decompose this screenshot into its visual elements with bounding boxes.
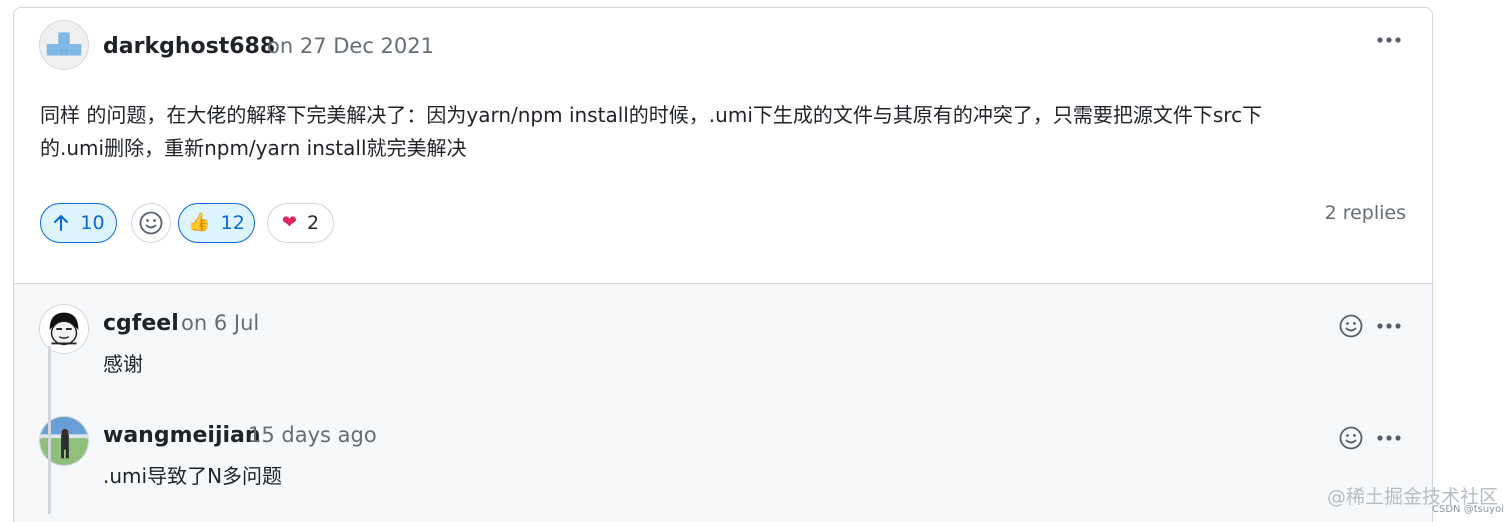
reply-author[interactable]: cgfeel [103,311,179,336]
comment-author[interactable]: darkghost688 [103,34,275,59]
avatar[interactable] [39,416,89,466]
comment-date[interactable]: on 27 Dec 2021 [267,34,434,58]
replies-section: cgfeel on 6 Jul 感谢 wangmeijian 15 days a… [14,283,1432,522]
avatar[interactable] [39,20,89,70]
watermark-sub: CSDN @tsuyoi [1432,504,1504,515]
more-icon[interactable] [1374,428,1404,448]
heart-reaction[interactable]: ❤ 2 [267,203,334,243]
thumbs-up-count: 12 [220,212,245,234]
thread-line [48,346,51,514]
identicon-avatar [40,21,88,69]
smile-icon[interactable] [1338,425,1364,451]
replies-count[interactable]: 2 replies [1325,202,1406,224]
comment-body-line: 的.umi删除，重新npm/yarn install就完美解决 [40,136,467,160]
discussion-comment-card: darkghost688 on 27 Dec 2021 同样 的问题，在大佬的解… [13,7,1433,522]
main-comment: darkghost688 on 27 Dec 2021 同样 的问题，在大佬的解… [14,8,1432,283]
smile-icon[interactable] [1338,313,1364,339]
heart-icon: ❤ [281,212,297,233]
more-icon[interactable] [1374,316,1404,336]
comment-body-line: 同样 的问题，在大佬的解释下完美解决了：因为yarn/npm install的时… [40,103,1263,127]
reply-date[interactable]: on 6 Jul [181,311,259,335]
more-icon[interactable] [1374,30,1404,50]
reply-body: .umi导致了N多问题 [103,464,283,488]
thumbs-up-reaction[interactable]: 👍 12 [178,203,255,243]
thumbs-up-icon: 👍 [188,212,211,233]
smile-icon [139,211,163,235]
arrow-up-icon [54,215,69,231]
add-reaction-button[interactable] [131,203,171,243]
comment-body: 同样 的问题，在大佬的解释下完美解决了：因为yarn/npm install的时… [40,99,1410,165]
upvote-button[interactable]: 10 [40,203,117,243]
avatar[interactable] [39,304,89,354]
reply-date[interactable]: 15 days ago [248,423,377,447]
reply-author[interactable]: wangmeijian [103,423,261,448]
upvote-count: 10 [80,212,105,234]
reply-body: 感谢 [103,352,143,376]
heart-count: 2 [307,212,320,234]
